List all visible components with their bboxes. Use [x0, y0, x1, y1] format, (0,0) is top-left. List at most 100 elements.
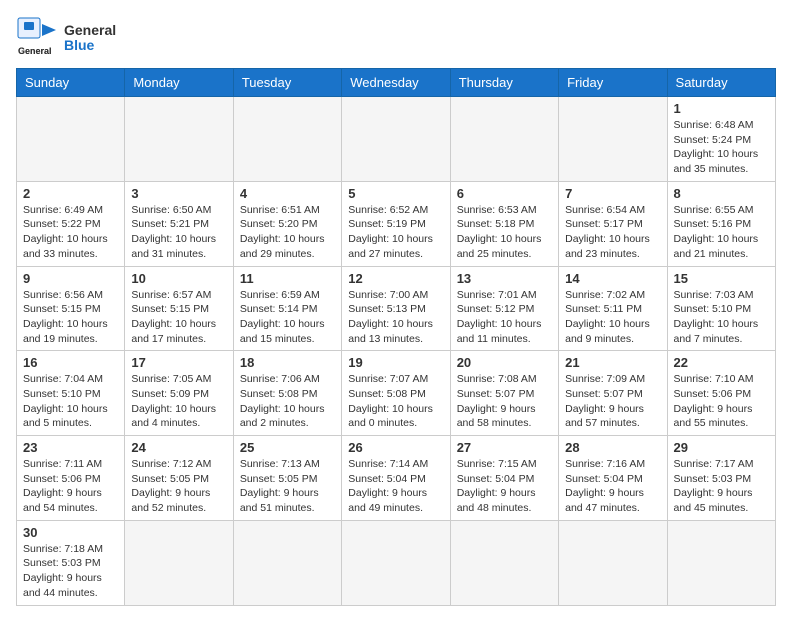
- calendar-cell: [342, 97, 450, 182]
- day-number: 17: [131, 355, 226, 370]
- calendar-cell: 29 Sunrise: 7:17 AM Sunset: 5:03 PM Dayli…: [667, 436, 775, 521]
- day-info: Sunrise: 6:49 AM Sunset: 5:22 PM Dayligh…: [23, 203, 118, 262]
- day-number: 8: [674, 186, 769, 201]
- day-info: Sunrise: 7:10 AM Sunset: 5:06 PM Dayligh…: [674, 372, 769, 431]
- calendar-cell: 19 Sunrise: 7:07 AM Sunset: 5:08 PM Dayli…: [342, 351, 450, 436]
- day-number: 19: [348, 355, 443, 370]
- day-number: 16: [23, 355, 118, 370]
- day-number: 28: [565, 440, 660, 455]
- day-info: Sunrise: 7:06 AM Sunset: 5:08 PM Dayligh…: [240, 372, 335, 431]
- calendar-cell: [450, 520, 558, 605]
- calendar-body: 1Sunrise: 6:48 AM Sunset: 5:24 PM Daylig…: [17, 97, 776, 606]
- weekday-header-friday: Friday: [559, 69, 667, 97]
- svg-text:General: General: [18, 46, 52, 56]
- calendar-cell: 20 Sunrise: 7:08 AM Sunset: 5:07 PM Dayli…: [450, 351, 558, 436]
- logo-general: General: [64, 23, 116, 38]
- day-number: 4: [240, 186, 335, 201]
- calendar-cell: [667, 520, 775, 605]
- calendar-week-3: 9 Sunrise: 6:56 AM Sunset: 5:15 PM Daylig…: [17, 266, 776, 351]
- logo-blue: Blue: [64, 38, 116, 53]
- day-number: 15: [674, 271, 769, 286]
- calendar-cell: 27Sunrise: 7:15 AM Sunset: 5:04 PM Dayli…: [450, 436, 558, 521]
- weekday-header-tuesday: Tuesday: [233, 69, 341, 97]
- weekday-header-thursday: Thursday: [450, 69, 558, 97]
- calendar-cell: [559, 520, 667, 605]
- logo-svg: General General: [16, 16, 60, 60]
- calendar-cell: 1Sunrise: 6:48 AM Sunset: 5:24 PM Daylig…: [667, 97, 775, 182]
- day-info: Sunrise: 7:13 AM Sunset: 5:05 PM Dayligh…: [240, 457, 335, 516]
- day-number: 13: [457, 271, 552, 286]
- day-info: Sunrise: 7:08 AM Sunset: 5:07 PM Dayligh…: [457, 372, 552, 431]
- day-info: Sunrise: 7:11 AM Sunset: 5:06 PM Dayligh…: [23, 457, 118, 516]
- day-info: Sunrise: 6:50 AM Sunset: 5:21 PM Dayligh…: [131, 203, 226, 262]
- day-info: Sunrise: 6:48 AM Sunset: 5:24 PM Dayligh…: [674, 118, 769, 177]
- calendar-cell: 21 Sunrise: 7:09 AM Sunset: 5:07 PM Dayli…: [559, 351, 667, 436]
- day-info: Sunrise: 7:05 AM Sunset: 5:09 PM Dayligh…: [131, 372, 226, 431]
- day-number: 22: [674, 355, 769, 370]
- weekday-header-wednesday: Wednesday: [342, 69, 450, 97]
- calendar-cell: [342, 520, 450, 605]
- day-number: 11: [240, 271, 335, 286]
- calendar-cell: 3 Sunrise: 6:50 AM Sunset: 5:21 PM Daylig…: [125, 181, 233, 266]
- day-info: Sunrise: 7:04 AM Sunset: 5:10 PM Dayligh…: [23, 372, 118, 431]
- calendar-cell: 16 Sunrise: 7:04 AM Sunset: 5:10 PM Dayli…: [17, 351, 125, 436]
- calendar-cell: 30 Sunrise: 7:18 AM Sunset: 5:03 PM Dayli…: [17, 520, 125, 605]
- calendar: SundayMondayTuesdayWednesdayThursdayFrid…: [16, 68, 776, 606]
- calendar-cell: 4 Sunrise: 6:51 AM Sunset: 5:20 PM Daylig…: [233, 181, 341, 266]
- calendar-cell: [17, 97, 125, 182]
- day-info: Sunrise: 7:07 AM Sunset: 5:08 PM Dayligh…: [348, 372, 443, 431]
- calendar-cell: 26Sunrise: 7:14 AM Sunset: 5:04 PM Dayli…: [342, 436, 450, 521]
- day-info: Sunrise: 7:14 AM Sunset: 5:04 PM Dayligh…: [348, 457, 443, 516]
- weekday-header-monday: Monday: [125, 69, 233, 97]
- day-number: 10: [131, 271, 226, 286]
- calendar-week-6: 30 Sunrise: 7:18 AM Sunset: 5:03 PM Dayli…: [17, 520, 776, 605]
- calendar-cell: 25Sunrise: 7:13 AM Sunset: 5:05 PM Dayli…: [233, 436, 341, 521]
- day-info: Sunrise: 7:09 AM Sunset: 5:07 PM Dayligh…: [565, 372, 660, 431]
- day-info: Sunrise: 7:00 AM Sunset: 5:13 PM Dayligh…: [348, 288, 443, 347]
- calendar-cell: 5 Sunrise: 6:52 AM Sunset: 5:19 PM Daylig…: [342, 181, 450, 266]
- calendar-cell: 14 Sunrise: 7:02 AM Sunset: 5:11 PM Dayli…: [559, 266, 667, 351]
- calendar-cell: 9 Sunrise: 6:56 AM Sunset: 5:15 PM Daylig…: [17, 266, 125, 351]
- day-number: 9: [23, 271, 118, 286]
- day-info: Sunrise: 7:01 AM Sunset: 5:12 PM Dayligh…: [457, 288, 552, 347]
- day-number: 20: [457, 355, 552, 370]
- calendar-week-4: 16 Sunrise: 7:04 AM Sunset: 5:10 PM Dayli…: [17, 351, 776, 436]
- day-number: 3: [131, 186, 226, 201]
- calendar-cell: 8Sunrise: 6:55 AM Sunset: 5:16 PM Daylig…: [667, 181, 775, 266]
- day-info: Sunrise: 6:57 AM Sunset: 5:15 PM Dayligh…: [131, 288, 226, 347]
- calendar-cell: [233, 520, 341, 605]
- calendar-cell: 18 Sunrise: 7:06 AM Sunset: 5:08 PM Dayli…: [233, 351, 341, 436]
- calendar-cell: 22 Sunrise: 7:10 AM Sunset: 5:06 PM Dayli…: [667, 351, 775, 436]
- calendar-cell: 7Sunrise: 6:54 AM Sunset: 5:17 PM Daylig…: [559, 181, 667, 266]
- day-number: 14: [565, 271, 660, 286]
- calendar-cell: [233, 97, 341, 182]
- day-info: Sunrise: 7:03 AM Sunset: 5:10 PM Dayligh…: [674, 288, 769, 347]
- day-number: 30: [23, 525, 118, 540]
- day-info: Sunrise: 6:59 AM Sunset: 5:14 PM Dayligh…: [240, 288, 335, 347]
- calendar-cell: 2 Sunrise: 6:49 AM Sunset: 5:22 PM Daylig…: [17, 181, 125, 266]
- calendar-cell: [125, 97, 233, 182]
- calendar-header: SundayMondayTuesdayWednesdayThursdayFrid…: [17, 69, 776, 97]
- day-number: 18: [240, 355, 335, 370]
- calendar-cell: 23Sunrise: 7:11 AM Sunset: 5:06 PM Dayli…: [17, 436, 125, 521]
- calendar-cell: [559, 97, 667, 182]
- day-info: Sunrise: 7:18 AM Sunset: 5:03 PM Dayligh…: [23, 542, 118, 601]
- calendar-cell: 13 Sunrise: 7:01 AM Sunset: 5:12 PM Dayli…: [450, 266, 558, 351]
- day-info: Sunrise: 6:53 AM Sunset: 5:18 PM Dayligh…: [457, 203, 552, 262]
- weekday-row: SundayMondayTuesdayWednesdayThursdayFrid…: [17, 69, 776, 97]
- day-number: 21: [565, 355, 660, 370]
- header: General General General Blue: [16, 16, 776, 60]
- day-number: 29: [674, 440, 769, 455]
- day-number: 24: [131, 440, 226, 455]
- day-info: Sunrise: 6:56 AM Sunset: 5:15 PM Dayligh…: [23, 288, 118, 347]
- day-number: 7: [565, 186, 660, 201]
- day-number: 5: [348, 186, 443, 201]
- day-info: Sunrise: 6:52 AM Sunset: 5:19 PM Dayligh…: [348, 203, 443, 262]
- day-number: 6: [457, 186, 552, 201]
- weekday-header-sunday: Sunday: [17, 69, 125, 97]
- day-info: Sunrise: 6:51 AM Sunset: 5:20 PM Dayligh…: [240, 203, 335, 262]
- day-number: 2: [23, 186, 118, 201]
- day-info: Sunrise: 7:17 AM Sunset: 5:03 PM Dayligh…: [674, 457, 769, 516]
- day-number: 27: [457, 440, 552, 455]
- day-info: Sunrise: 7:02 AM Sunset: 5:11 PM Dayligh…: [565, 288, 660, 347]
